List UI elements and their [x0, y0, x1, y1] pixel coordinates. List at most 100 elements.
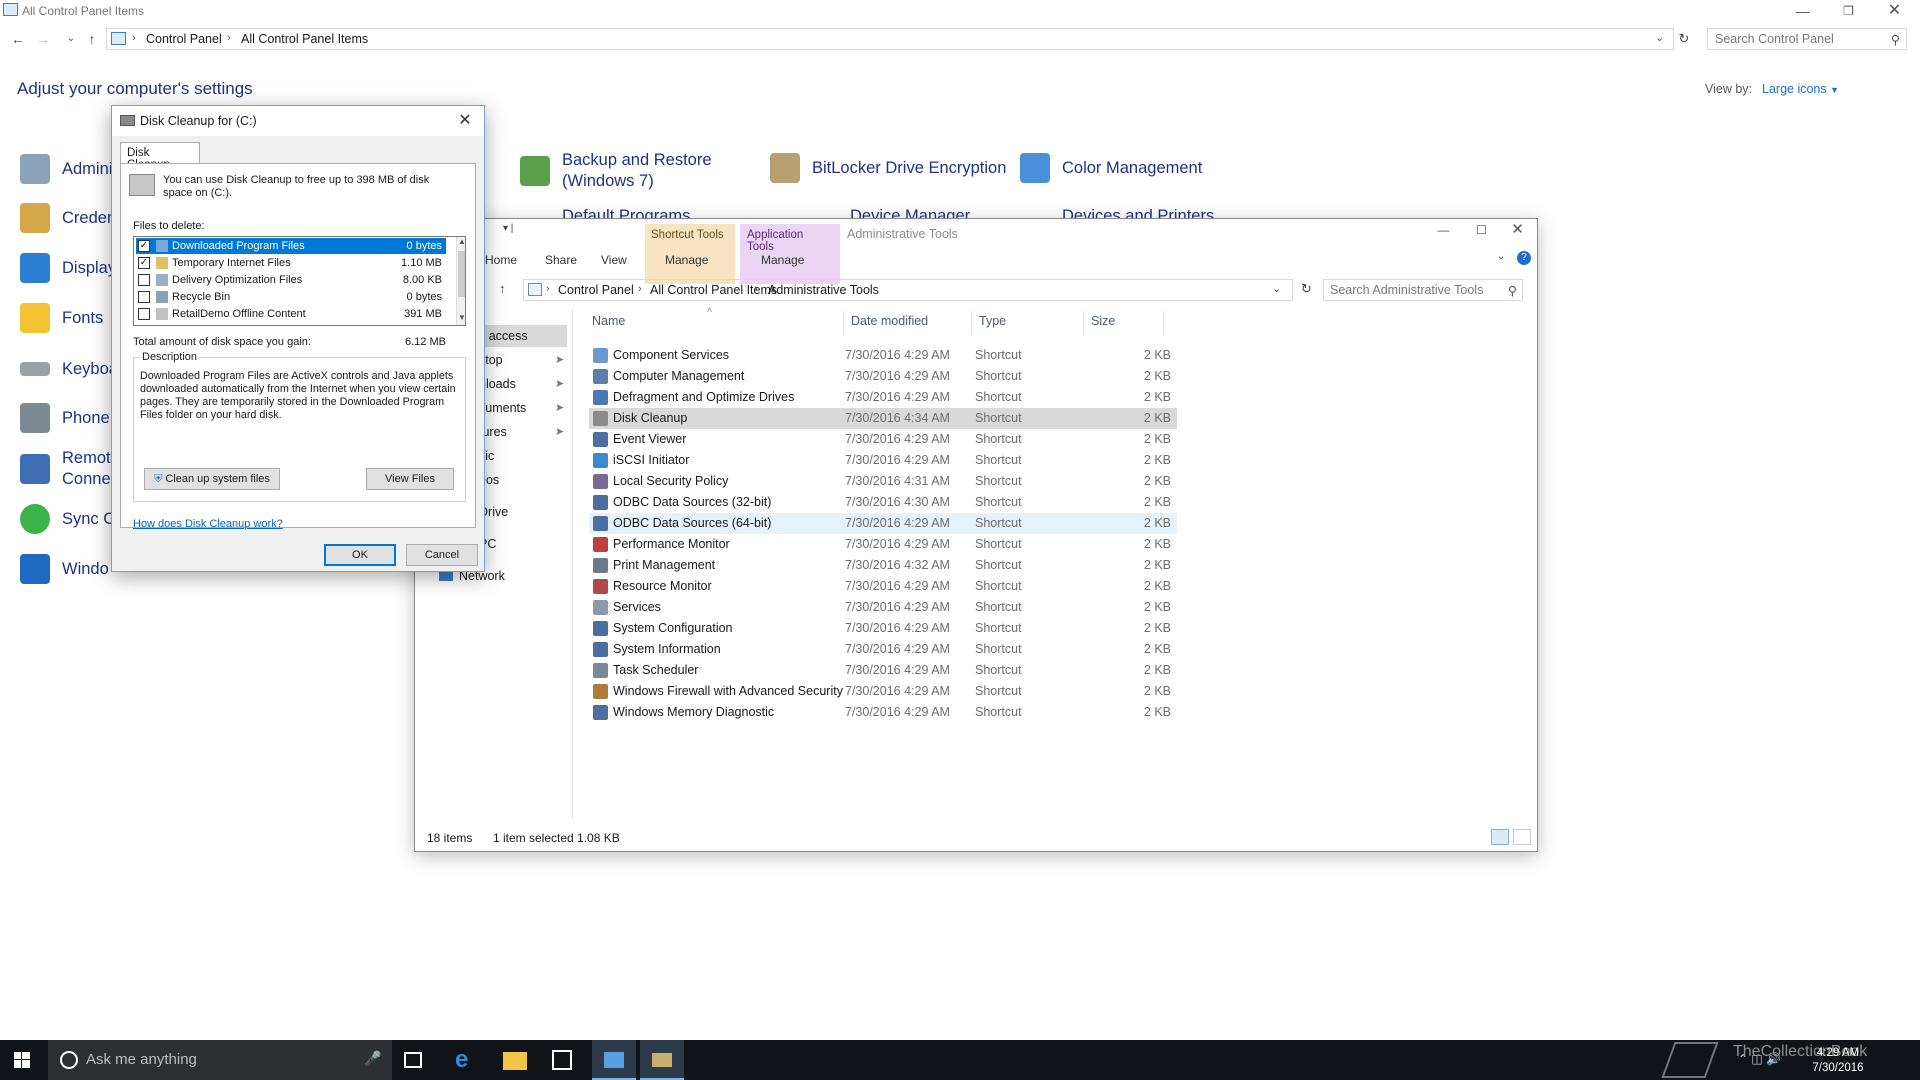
cp-item-color-management[interactable]: Color Management [1020, 146, 1202, 190]
address-bar[interactable]: › Control Panel › All Control Panel Item… [106, 28, 1674, 50]
tab-share[interactable]: Share [545, 253, 577, 267]
column-separator[interactable] [1083, 311, 1084, 335]
file-row[interactable]: Event Viewer 7/30/2016 4:29 AM Shortcut 2 K… [589, 429, 1177, 450]
cp-item-device-manager[interactable]: Device Manager [850, 206, 970, 218]
column-date-modified[interactable]: Date modified [851, 314, 928, 328]
file-row[interactable]: Component Services 7/30/2016 4:29 AM Short… [589, 345, 1177, 366]
cp-item-backup-and-restore[interactable]: Backup and Restore (Windows 7) [520, 148, 712, 194]
nav-quick-access[interactable]: k access [479, 329, 528, 343]
breadcrumb-control-panel[interactable]: Control Panel [146, 32, 222, 46]
cortana-search-box[interactable]: Ask me anything 🎤 [48, 1040, 392, 1080]
file-row[interactable]: Disk Cleanup 7/30/2016 4:34 AM Shortcut 2 K… [589, 408, 1177, 429]
explorer-refresh-icon[interactable]: ↻ [1301, 281, 1312, 297]
cp-item-devices-and-printers[interactable]: Devices and Printers [1062, 206, 1214, 218]
tab-home[interactable]: Home [485, 253, 517, 267]
tab-disk-cleanup[interactable]: Disk Cleanup [120, 142, 200, 171]
file-row[interactable]: ODBC Data Sources (64-bit) 7/30/2016 4:29… [589, 513, 1177, 534]
address-dropdown-icon[interactable]: ⌄ [1655, 31, 1664, 44]
microphone-icon[interactable]: 🎤 [364, 1050, 381, 1067]
cp-item-administrative-tools[interactable]: Admini [20, 147, 112, 191]
cp-item-keyboard[interactable]: Keyboa [20, 347, 118, 391]
checkbox[interactable]: ✓ [138, 257, 150, 269]
up-arrow-icon[interactable]: ↑ [83, 30, 101, 48]
dialog-close-button[interactable]: ✕ [452, 109, 478, 133]
column-size[interactable]: Size [1091, 314, 1115, 328]
cancel-button[interactable]: Cancel [406, 544, 478, 566]
scrollbar[interactable]: ▲ ▼ [456, 237, 465, 325]
view-by-dropdown[interactable]: Large icons ▼ [1762, 82, 1839, 96]
file-row[interactable]: Defragment and Optimize Drives 7/30/2016 … [589, 387, 1177, 408]
explorer-search-icon[interactable]: ⚲ [1508, 283, 1517, 298]
file-explorer-icon[interactable] [503, 1052, 527, 1070]
help-icon[interactable]: ? [1517, 251, 1531, 265]
explorer-address-dropdown-icon[interactable]: ⌄ [1272, 282, 1281, 295]
large-icons-view-icon[interactable] [1513, 829, 1531, 845]
file-row[interactable]: System Configuration 7/30/2016 4:29 AM Sho… [589, 618, 1177, 639]
cp-item-default-programs[interactable]: Default Programs [562, 206, 690, 218]
minimize-button[interactable]: — [1780, 0, 1825, 22]
explorer-breadcrumb-admin-tools[interactable]: Administrative Tools [768, 283, 879, 297]
edge-icon[interactable]: e [455, 1048, 479, 1072]
forward-arrow-icon[interactable]: → [34, 30, 52, 48]
quick-access-toolbar-icon[interactable]: ▾ | [503, 223, 513, 234]
scroll-up-icon[interactable]: ▲ [458, 237, 465, 246]
tab-manage-application[interactable]: Manage [761, 253, 804, 267]
restore-button[interactable]: ❐ [1826, 0, 1871, 22]
cleanup-list-item[interactable]: Delivery Optimization Files 8.00 KB [136, 272, 446, 288]
file-row[interactable]: Services 7/30/2016 4:29 AM Shortcut 2 KB [589, 597, 1177, 618]
details-view-icon[interactable] [1491, 829, 1509, 845]
column-separator[interactable] [971, 311, 972, 335]
explorer-address-bar[interactable]: › Control Panel › All Control Panel Item… [523, 279, 1293, 301]
file-row[interactable]: Windows Memory Diagnostic 7/30/2016 4:29 … [589, 702, 1177, 723]
checkbox[interactable] [138, 291, 150, 303]
tab-manage-shortcut[interactable]: Manage [665, 253, 708, 267]
scrollbar-thumb[interactable] [458, 251, 465, 297]
ok-button[interactable]: OK [324, 544, 396, 566]
checkbox[interactable] [138, 274, 150, 286]
cp-item-remoteapp[interactable]: Remote Connec [20, 447, 120, 491]
file-row[interactable]: Computer Management 7/30/2016 4:29 AM Shor… [589, 366, 1177, 387]
file-row[interactable]: Resource Monitor 7/30/2016 4:29 AM Shortcu… [589, 576, 1177, 597]
close-button[interactable]: ✕ [1872, 0, 1917, 22]
explorer-breadcrumb-control-panel[interactable]: Control Panel [558, 283, 634, 297]
column-name[interactable]: Name [592, 314, 625, 328]
cleanup-list-item[interactable]: Recycle Bin 0 bytes [136, 289, 446, 305]
view-files-button[interactable]: View Files [366, 468, 454, 490]
refresh-icon[interactable]: ↻ [1675, 30, 1693, 48]
file-row[interactable]: ODBC Data Sources (32-bit) 7/30/2016 4:30… [589, 492, 1177, 513]
disk-cleanup-taskbar-button[interactable] [640, 1040, 684, 1080]
tab-view[interactable]: View [601, 253, 627, 267]
cp-item-windows-defender[interactable]: Windo [20, 547, 109, 591]
file-row[interactable]: Print Management 7/30/2016 4:32 AM Shortcu… [589, 555, 1177, 576]
files-to-delete-list[interactable]: ✓ Downloaded Program Files 0 bytes ✓ Tempora… [133, 236, 466, 326]
start-windows-icon[interactable] [14, 1052, 30, 1068]
back-arrow-icon[interactable]: ← [9, 30, 27, 48]
file-row[interactable]: iSCSI Initiator 7/30/2016 4:29 AM Shortcut… [589, 450, 1177, 471]
cleanup-list-item[interactable]: RetailDemo Offline Content 391 MB [136, 306, 446, 322]
cp-item-phone-and-modem[interactable]: Phone [20, 396, 110, 440]
control-panel-taskbar-button[interactable] [592, 1040, 636, 1080]
scroll-down-icon[interactable]: ▼ [458, 313, 465, 322]
task-view-icon[interactable] [404, 1052, 422, 1068]
column-separator[interactable] [1163, 311, 1164, 335]
file-row[interactable]: Task Scheduler 7/30/2016 4:29 AM Shortcut 2… [589, 660, 1177, 681]
how-does-disk-cleanup-work-link[interactable]: How does Disk Cleanup work? [133, 518, 283, 530]
column-type[interactable]: Type [979, 314, 1006, 328]
cp-item-fonts[interactable]: Fonts [20, 296, 103, 340]
checkbox[interactable]: ✓ [138, 240, 150, 252]
cp-item-sync-center[interactable]: Sync C [20, 497, 115, 541]
file-row[interactable]: System Information 7/30/2016 4:29 AM Short… [589, 639, 1177, 660]
cp-item-bitlocker[interactable]: BitLocker Drive Encryption [770, 146, 1006, 190]
cleanup-list-item[interactable]: ✓ Temporary Internet Files 1.10 MB [136, 255, 446, 271]
explorer-up-arrow-icon[interactable]: ↑ [499, 281, 506, 296]
checkbox[interactable] [138, 308, 150, 320]
taskbar-clock[interactable]: 4:29 AM 7/30/2016 [1806, 1046, 1870, 1076]
breadcrumb-all-items[interactable]: All Control Panel Items [241, 32, 368, 46]
cleanup-list-item[interactable]: ✓ Downloaded Program Files 0 bytes [136, 238, 446, 254]
file-row[interactable]: Local Security Policy 7/30/2016 4:31 AM Sh… [589, 471, 1177, 492]
cp-item-display[interactable]: Display [20, 246, 116, 290]
store-icon[interactable] [552, 1050, 572, 1070]
cp-item-credential-manager[interactable]: Creden [20, 196, 116, 240]
notifications-icon[interactable] [1898, 1040, 1920, 1080]
column-separator[interactable] [843, 311, 844, 335]
